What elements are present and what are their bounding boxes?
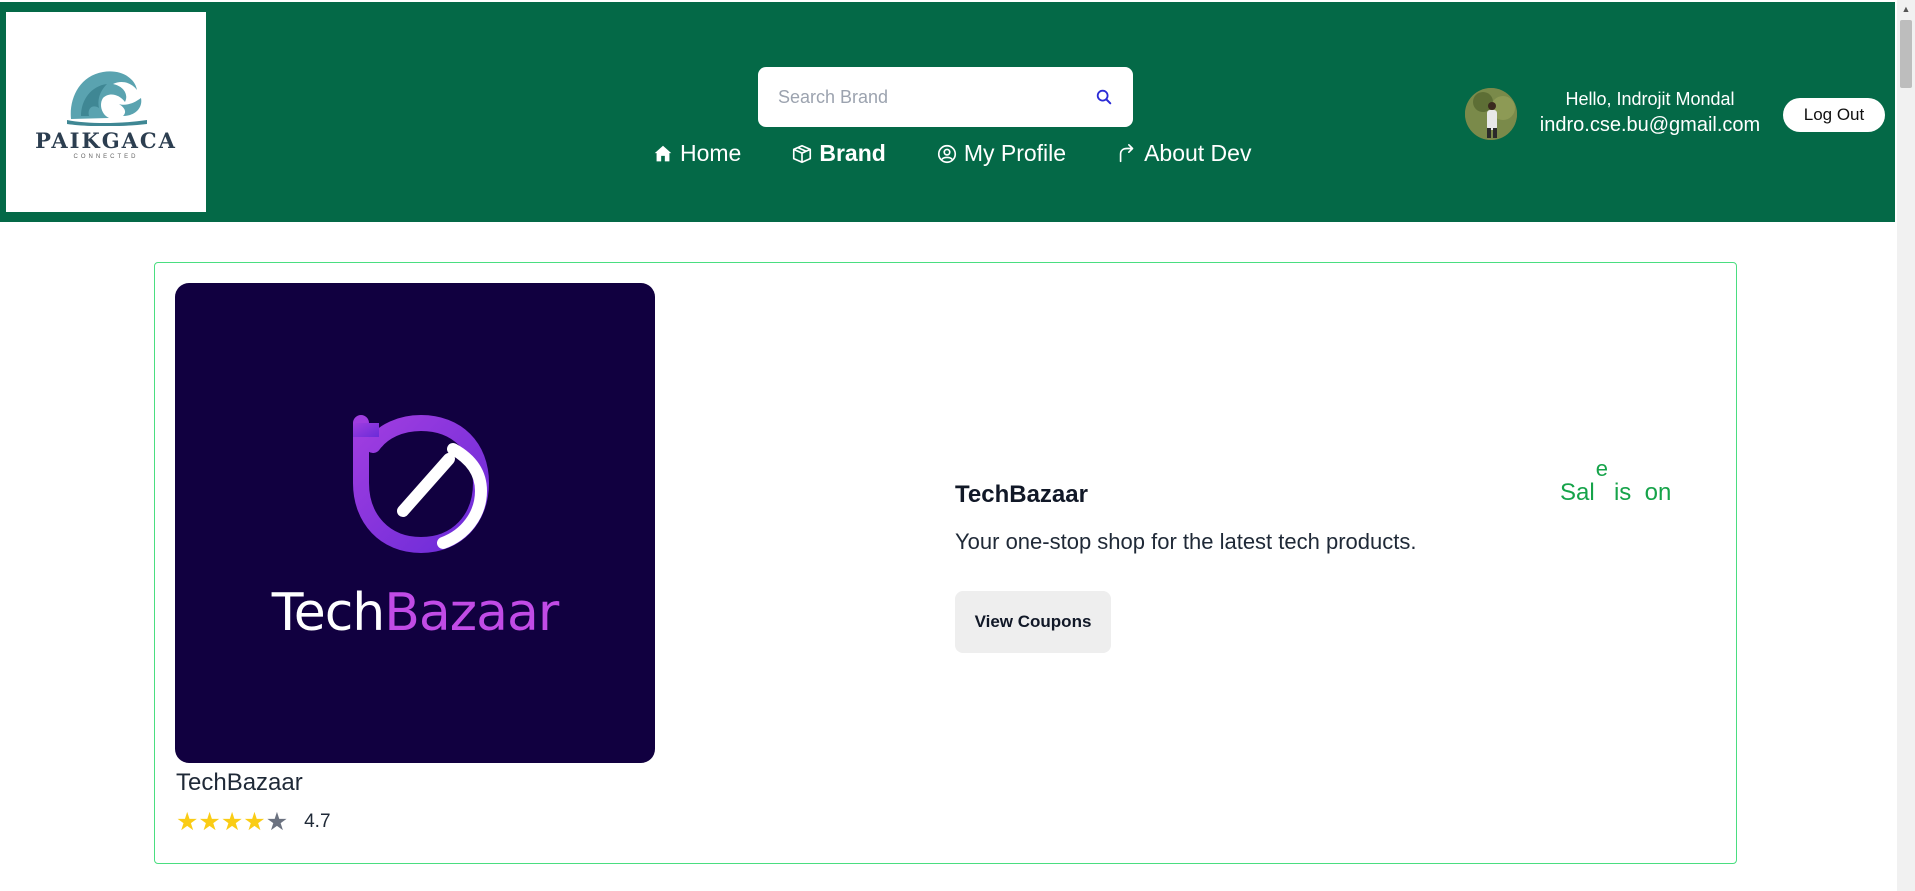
brand-title: TechBazaar: [955, 481, 1088, 508]
site-logo[interactable]: PAIKGACA CONNECTED: [6, 12, 206, 212]
star-filled-icon: ★: [243, 808, 266, 836]
brand-image-text-part2: Bazaar: [384, 583, 559, 643]
sale-text-part: e: [1595, 456, 1608, 481]
share-arrow-icon: [1119, 143, 1134, 162]
sale-text-part: Sal: [1560, 479, 1595, 506]
user-avatar[interactable]: [1465, 88, 1517, 140]
search-box: [758, 67, 1133, 127]
brand-image-text-part1: Tech: [271, 583, 385, 643]
rating-value: 4.7: [304, 811, 331, 832]
user-greeting: Hello, Indrojit Mondal: [1565, 89, 1735, 109]
star-filled-icon: ★: [198, 808, 221, 836]
home-icon: [654, 145, 672, 161]
sale-text-part: on: [1644, 479, 1672, 506]
brand-rating: ★ ★ ★ ★ ★ 4.7: [176, 808, 331, 836]
top-header: PAIKGACA CONNECTED Home Brand My Profile…: [0, 2, 1895, 222]
wave-logo-icon: [67, 71, 147, 126]
sale-text-part: is: [1613, 479, 1632, 506]
brand-description: Your one-stop shop for the latest tech p…: [955, 529, 1417, 554]
nav-home-label: Home: [680, 140, 742, 166]
search-icon[interactable]: [1095, 88, 1113, 106]
nav-brand[interactable]: Brand: [791, 140, 886, 167]
user-circle-icon: [937, 144, 956, 163]
nav-brand-label: Brand: [819, 140, 886, 166]
star-filled-icon: ★: [176, 808, 199, 836]
star-filled-icon: ★: [220, 808, 244, 836]
user-info: Hello, Indrojit Mondal indro.cse.bu@gmai…: [1535, 87, 1765, 139]
nav-my-profile[interactable]: My Profile: [936, 140, 1066, 167]
logo-name: PAIKGACA: [35, 128, 177, 153]
logo-subtitle: CONNECTED: [73, 154, 139, 160]
main-nav: Home Brand My Profile About Dev: [652, 140, 1301, 167]
scroll-thumb[interactable]: [1900, 20, 1912, 88]
brand-card: TechBazaar TechBazaar ★ ★ ★ ★ ★ 4.7 Tech…: [154, 262, 1737, 864]
avatar-photo-icon: [1465, 88, 1517, 140]
techbazaar-logo-icon: [353, 414, 490, 554]
nav-about-dev-label: About Dev: [1144, 140, 1252, 166]
logout-button[interactable]: Log Out: [1783, 98, 1885, 132]
search-input[interactable]: [778, 86, 1095, 108]
nav-home[interactable]: Home: [652, 140, 741, 167]
brand-name: TechBazaar: [176, 769, 303, 796]
brand-image-text: TechBazaar: [175, 583, 655, 643]
scroll-up-arrow-icon[interactable]: ▲: [1897, 2, 1915, 16]
sale-status: Saleis on: [1560, 456, 1672, 507]
brand-image: TechBazaar: [175, 283, 655, 763]
nav-my-profile-label: My Profile: [963, 140, 1067, 166]
nav-about-dev[interactable]: About Dev: [1116, 140, 1251, 167]
star-empty-icon: ★: [265, 808, 289, 836]
page-scrollbar[interactable]: ▲: [1897, 0, 1915, 891]
view-coupons-button[interactable]: View Coupons: [955, 591, 1111, 653]
user-email: indro.cse.bu@gmail.com: [1539, 114, 1761, 136]
box-icon: [793, 144, 812, 163]
